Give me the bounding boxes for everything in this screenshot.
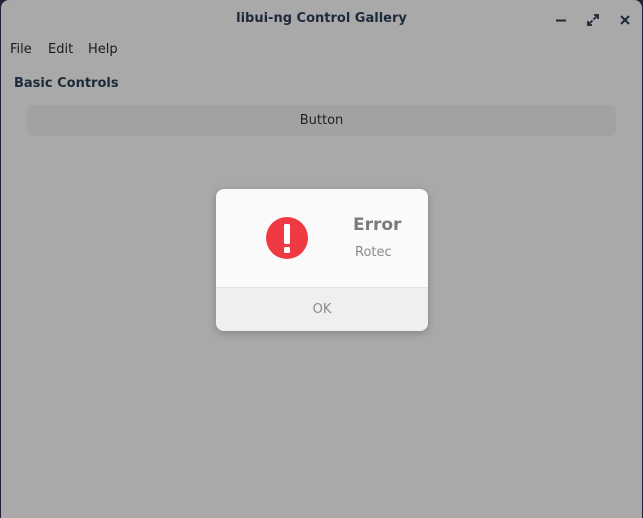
main-button[interactable]: Button [27, 105, 616, 136]
minimize-button[interactable] [551, 10, 571, 30]
error-dialog: Error Rotec OK [216, 189, 428, 331]
ok-button[interactable]: OK [216, 288, 428, 331]
minimize-icon [556, 19, 566, 22]
close-button[interactable] [615, 10, 635, 30]
dialog-message: Rotec [355, 245, 392, 260]
menu-edit[interactable]: Edit [48, 42, 73, 57]
menu-bar: File Edit Help [1, 38, 642, 64]
app-window: libui-ng Control Gallery File Edit Help … [1, 0, 642, 518]
dialog-footer: OK [216, 287, 428, 331]
window-title: libui-ng Control Gallery [236, 11, 407, 26]
close-icon [620, 15, 630, 25]
error-icon [266, 217, 308, 259]
maximize-button[interactable] [583, 10, 603, 30]
basic-controls-label: Basic Controls [14, 76, 119, 91]
menu-file[interactable]: File [10, 42, 32, 57]
title-bar[interactable]: libui-ng Control Gallery [1, 0, 642, 38]
menu-help[interactable]: Help [88, 42, 118, 57]
dialog-title: Error [353, 215, 402, 235]
maximize-icon [587, 14, 599, 26]
